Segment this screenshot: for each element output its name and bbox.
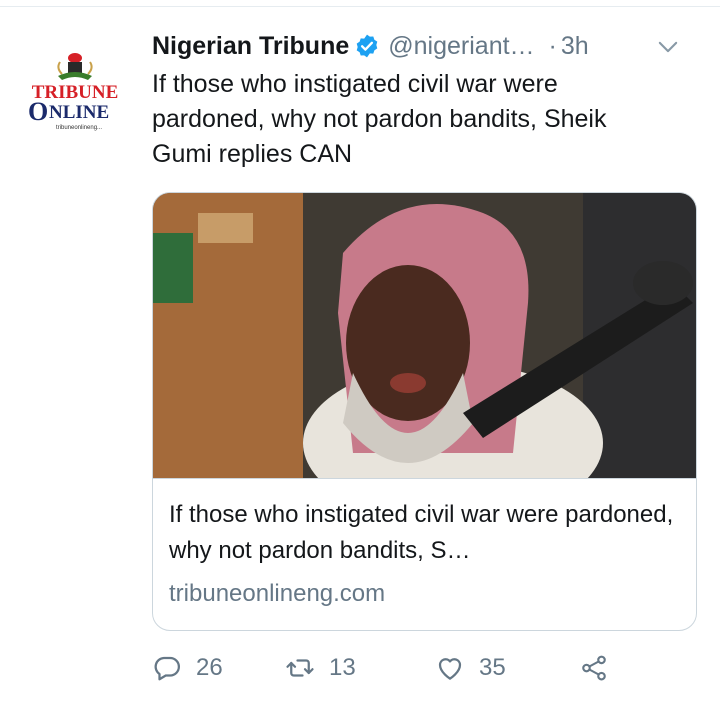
card-image — [153, 193, 696, 479]
author-name[interactable]: Nigerian Tribune — [152, 32, 349, 61]
like-button[interactable]: 35 — [435, 648, 506, 688]
retweet-button[interactable]: 13 — [285, 648, 356, 688]
avatar[interactable]: TRIBUNE O NLINE tribuneonlineng... — [18, 38, 132, 152]
svg-text:tribuneonlineng...: tribuneonlineng... — [56, 125, 102, 131]
share-button[interactable] — [579, 648, 609, 688]
coat-of-arms-icon — [57, 53, 93, 80]
tweet-timestamp[interactable]: 3h — [561, 32, 589, 61]
reply-count: 26 — [196, 654, 223, 681]
tweet-text: If those who instigated civil war were p… — [152, 70, 607, 168]
link-card[interactable]: If those who instigated civil war were p… — [152, 192, 697, 631]
author-handle[interactable]: @nigeriant… — [388, 32, 534, 61]
retweet-icon — [285, 653, 315, 683]
like-count: 35 — [479, 654, 506, 681]
share-icon — [579, 653, 609, 683]
separator-dot: · — [548, 31, 557, 60]
retweet-count: 13 — [329, 654, 356, 681]
svg-text:NLINE: NLINE — [49, 102, 109, 123]
svg-text:O: O — [28, 97, 48, 126]
card-domain: tribuneonlineng.com — [169, 580, 386, 607]
tribune-online-logo: TRIBUNE O NLINE tribuneonlineng... — [28, 53, 118, 131]
top-divider — [0, 6, 720, 7]
card-title: If those who instigated civil war were p… — [169, 501, 674, 564]
reply-icon — [152, 653, 182, 683]
verified-badge-icon — [354, 33, 380, 59]
heart-icon — [435, 653, 465, 683]
reply-button[interactable]: 26 — [152, 648, 223, 688]
chevron-down-icon[interactable] — [654, 33, 682, 61]
tweet-header: Nigerian Tribune @nigeriant… · 3h — [152, 28, 702, 64]
tweet-actions: 26 13 35 — [152, 648, 672, 688]
